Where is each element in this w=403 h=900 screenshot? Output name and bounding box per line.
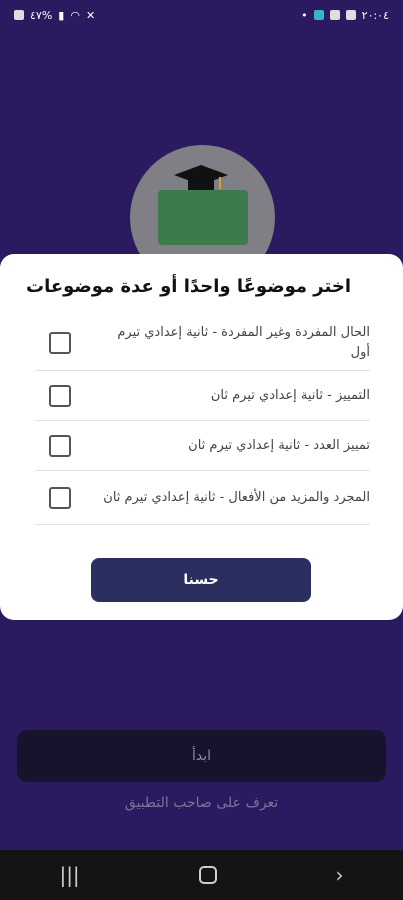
checkbox[interactable]	[49, 332, 71, 354]
status-bar: ٤٧% ▮ ◠ ✕ • ٢٠:٠٤	[0, 0, 403, 30]
topic-item[interactable]: المجرد والمزيد من الأفعال - ثانية إعدادي…	[35, 471, 370, 525]
dialog-title: اختر موضوعًا واحدًا أو عدة موضوعات	[25, 276, 351, 297]
back-icon[interactable]: ›	[336, 863, 344, 887]
gallery-icon	[345, 10, 356, 20]
recent-apps-icon[interactable]: |||	[59, 863, 79, 887]
battery-icon	[14, 10, 24, 20]
start-button[interactable]: ابدأ	[17, 730, 386, 782]
home-icon[interactable]	[198, 866, 217, 884]
signal-icon: ▮	[58, 8, 65, 22]
battery-level: ٤٧%	[30, 8, 53, 22]
owner-link[interactable]: تعرف على صاحب التطبيق	[0, 795, 403, 811]
topic-label: الحال المفردة وغير المفردة - ثانية إعداد…	[117, 325, 370, 360]
topic-item[interactable]: الحال المفردة وغير المفردة - ثانية إعداد…	[35, 316, 370, 371]
topic-item[interactable]: تمييز العدد - ثانية إعدادي تيرم ثان	[35, 421, 370, 471]
graduation-cap-icon	[174, 165, 228, 190]
checkbox[interactable]	[49, 486, 71, 509]
wifi-icon: ◠	[70, 8, 80, 22]
topic-label: التمييز - ثانية إعدادي تيرم ثان	[210, 387, 370, 403]
notification-app-icon	[313, 10, 324, 20]
topic-dialog: اختر موضوعًا واحدًا أو عدة موضوعات الحال…	[0, 254, 403, 620]
dot-icon: •	[301, 8, 308, 22]
status-time: ٢٠:٠٤	[361, 8, 389, 22]
checkbox[interactable]	[49, 384, 71, 407]
topic-label: تمييز العدد - ثانية إعدادي تيرم ثان	[188, 437, 370, 453]
whatsapp-icon	[329, 10, 340, 20]
topic-item[interactable]: التمييز - ثانية إعدادي تيرم ثان	[35, 371, 370, 421]
system-nav-bar: ||| ›	[0, 850, 403, 900]
checkbox[interactable]	[49, 434, 71, 457]
laptop-icon	[158, 190, 248, 245]
mute-icon: ✕	[85, 8, 96, 22]
ok-button[interactable]: حسنا	[91, 558, 311, 602]
topic-label: المجرد والمزيد من الأفعال - ثانية إعدادي…	[103, 489, 370, 505]
